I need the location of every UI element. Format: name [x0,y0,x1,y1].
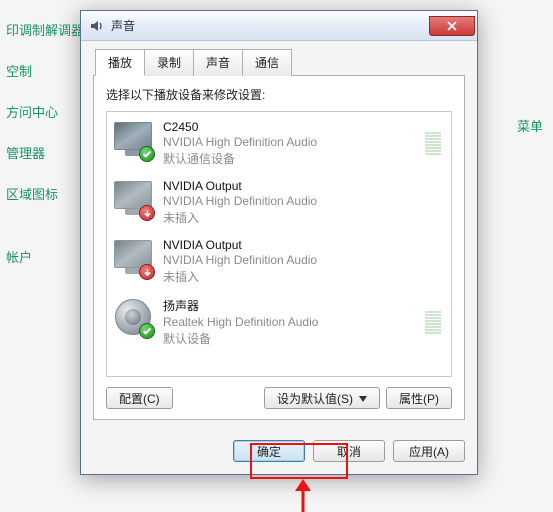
device-name: NVIDIA Output [163,238,441,252]
dialog-bottom-buttons: 确定 取消 应用(A) [81,430,477,474]
device-row[interactable]: NVIDIA Output NVIDIA High Definition Aud… [107,232,451,291]
bg-link[interactable]: 方问中心 [6,102,84,121]
device-row[interactable]: C2450 NVIDIA High Definition Audio 默认通信设… [107,114,451,173]
tab-communications[interactable]: 通信 [242,49,292,76]
tab-playback[interactable]: 播放 [95,49,145,76]
monitor-icon [113,179,153,219]
device-detail: NVIDIA High Definition Audio [163,135,425,149]
ok-button[interactable]: 确定 [233,440,305,462]
panel-description: 选择以下播放设备来修改设置: [106,86,452,103]
device-detail: NVIDIA High Definition Audio [163,253,441,267]
cancel-button[interactable]: 取消 [313,440,385,462]
device-detail: NVIDIA High Definition Audio [163,194,441,208]
arrow-down-badge-icon [139,205,155,221]
tab-sounds[interactable]: 声音 [193,49,243,76]
tab-recording[interactable]: 录制 [144,49,194,76]
configure-button[interactable]: 配置(C) [106,387,173,409]
device-row[interactable]: 扬声器 Realtek High Definition Audio 默认设备 [107,291,451,353]
bg-right-text: 菜单 [517,116,543,135]
speaker-icon [113,297,153,337]
device-name: C2450 [163,120,425,134]
device-list[interactable]: C2450 NVIDIA High Definition Audio 默认通信设… [106,111,452,377]
speaker-sysicon [89,18,105,34]
bg-link[interactable]: 空制 [6,61,84,80]
set-default-button[interactable]: 设为默认值(S) [264,387,380,409]
bg-link[interactable]: 区域图标 [6,184,84,203]
tabs: 播放 录制 声音 通信 [95,49,465,76]
bg-link[interactable]: 管理器 [6,143,84,162]
sound-dialog: 声音 播放 录制 声音 通信 选择以下播放设备来修改设置: [80,10,478,475]
dialog-title: 声音 [111,17,135,34]
check-badge-icon [139,146,155,162]
annotation-arrow-icon [288,479,318,512]
properties-button[interactable]: 属性(P) [386,387,452,409]
device-name: 扬声器 [163,297,425,314]
device-status: 默认设备 [163,330,425,347]
device-detail: Realtek High Definition Audio [163,315,425,329]
device-status: 默认通信设备 [163,150,425,167]
device-name: NVIDIA Output [163,179,441,193]
bg-link[interactable]: 帐户 [6,247,84,266]
apply-button[interactable]: 应用(A) [393,440,465,462]
chevron-down-icon [359,391,367,405]
background-left-links: 印调制解调器 空制 方问中心 管理器 区域图标 帐户 [6,0,84,266]
tab-panel-playback: 选择以下播放设备来修改设置: C2450 NVIDIA High Definit… [93,75,465,420]
monitor-icon [113,120,153,160]
level-meter-icon [425,132,441,155]
check-badge-icon [139,323,155,339]
bg-link[interactable]: 印调制解调器 [6,20,84,39]
device-row[interactable]: NVIDIA Output NVIDIA High Definition Aud… [107,173,451,232]
close-button[interactable] [429,16,475,36]
close-icon [447,21,457,31]
monitor-icon [113,238,153,278]
device-status: 未插入 [163,209,441,226]
device-status: 未插入 [163,268,441,285]
titlebar[interactable]: 声音 [81,11,477,41]
level-meter-icon [425,311,441,334]
arrow-down-badge-icon [139,264,155,280]
set-default-label: 设为默认值(S) [277,390,353,407]
